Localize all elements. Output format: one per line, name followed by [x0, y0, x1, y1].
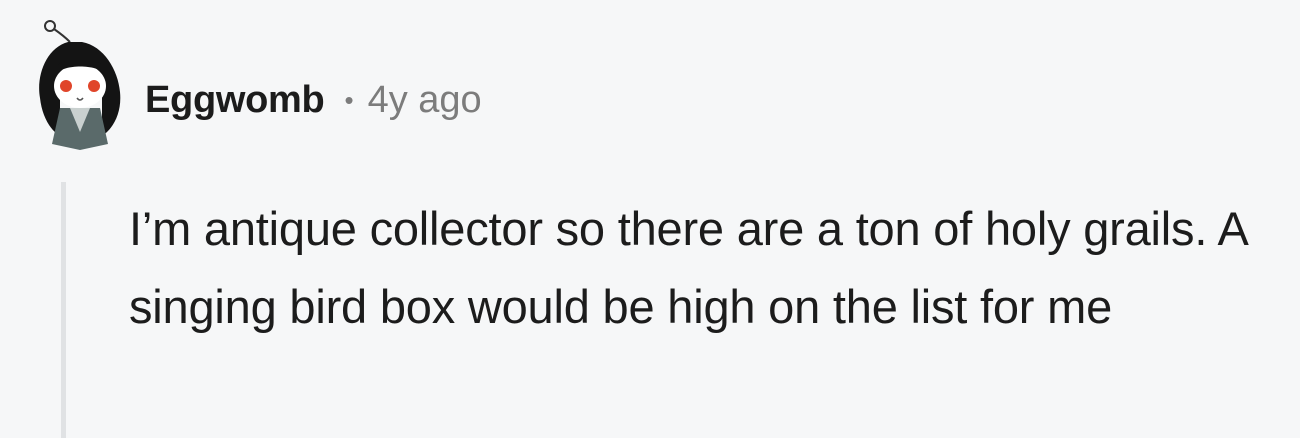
comment: Eggwomb • 4y ago I’m antique collector s… [0, 0, 1300, 438]
comment-timestamp[interactable]: 4y ago [368, 79, 482, 122]
comment-header: Eggwomb • 4y ago [145, 74, 482, 126]
separator-dot: • [344, 85, 354, 115]
thread-collapse-line[interactable] [61, 182, 66, 438]
snoo-avatar-icon [39, 20, 121, 150]
comment-body: I’m antique collector so there are a ton… [129, 202, 1247, 333]
author-username[interactable]: Eggwomb [145, 79, 325, 122]
user-avatar[interactable] [30, 12, 130, 152]
